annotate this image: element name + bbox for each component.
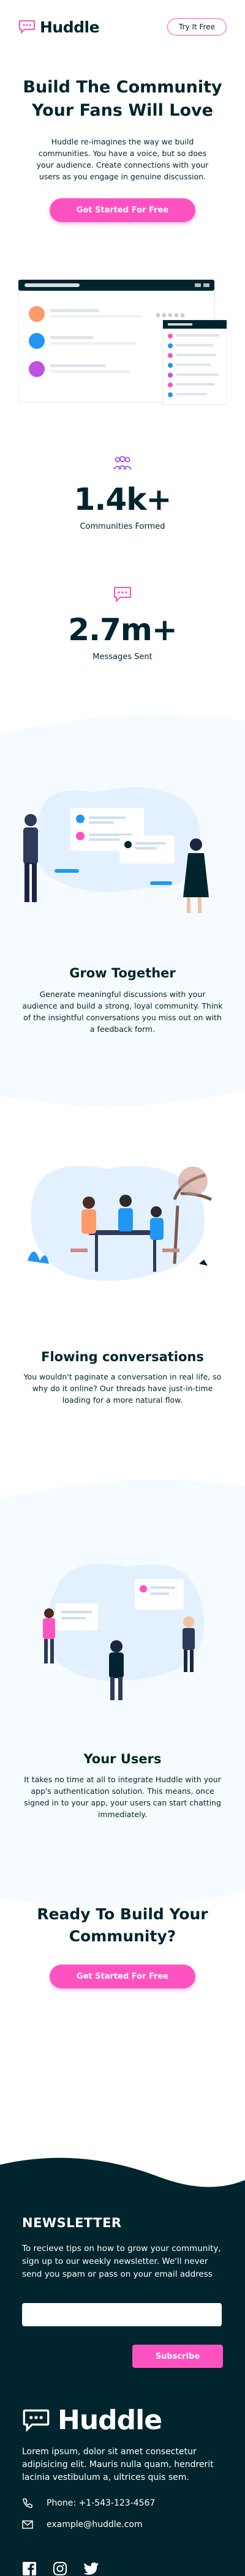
hero-section: Build The Community Your Fans Will Love … — [0, 54, 245, 222]
footer-logo-text: Huddle — [58, 2405, 162, 2436]
cta-title-line1: Ready To Build Your — [37, 1905, 208, 1923]
wave-top-divider — [0, 714, 245, 747]
stat-communities-label: Communities Formed — [80, 522, 165, 531]
wave-bottom-divider — [0, 1077, 245, 1107]
get-started-button[interactable]: Get Started For Free — [49, 198, 196, 222]
feature-flowing-conversations-title: Flowing conversations — [41, 1350, 204, 1364]
social-links — [22, 2561, 223, 2576]
feature-your-users: Your Users It takes no time at all to in… — [0, 1475, 245, 1916]
hero-title: Build The Community Your Fans Will Love — [16, 76, 229, 122]
cta-title-line2: Community? — [69, 1927, 176, 1945]
newsletter-email-input[interactable] — [22, 2303, 222, 2326]
logo[interactable]: Huddle — [18, 18, 100, 36]
contact-phone-text: Phone: +1-543-123-4567 — [47, 2498, 156, 2508]
hero-title-line1: Build The Community — [23, 78, 222, 97]
newsletter-title: NEWSLETTER — [22, 2216, 122, 2230]
feature-grow-together-text: Generate meaningful discussions with you… — [22, 990, 223, 1034]
stat-messages: 2.7m+ Messages Sent — [0, 586, 245, 662]
footer: NEWSLETTER To recieve tips on how to gro… — [0, 2203, 245, 2576]
newsletter-text: To recieve tips on how to grow your comm… — [22, 2244, 221, 2279]
landing-page: Huddle Try It Free Build The Community Y… — [0, 0, 245, 2576]
flowing-conversations-illustration — [28, 1166, 213, 1281]
wave-top-divider-2 — [0, 1479, 245, 1512]
subscribe-button[interactable]: Subscribe — [132, 2345, 223, 2368]
facebook-icon[interactable] — [22, 2561, 37, 2576]
feature-flowing-conversations-text: You wouldn't paginate a conversation in … — [23, 1372, 222, 1405]
stat-messages-label: Messages Sent — [92, 652, 153, 662]
footer-logo[interactable]: Huddle — [22, 2405, 223, 2436]
footer-wave — [0, 2157, 245, 2205]
feature-flowing-conversations: Flowing conversations You wouldn't pagin… — [0, 1157, 245, 1499]
contact-phone: Phone: +1-543-123-4567 — [22, 2498, 223, 2509]
grow-together-illustration — [23, 787, 209, 913]
footer-description: Lorem ipsum, dolor sit amet consectetur … — [22, 2447, 214, 2482]
header: Huddle Try It Free — [0, 0, 245, 54]
huddle-logo-icon — [19, 20, 35, 34]
hero-description: Huddle re-imagines the way we build comm… — [36, 137, 209, 181]
messages-icon — [114, 587, 131, 602]
instagram-icon[interactable] — [53, 2561, 67, 2576]
stat-messages-value: 2.7m+ — [68, 612, 178, 648]
cta-section: Ready To Build Your Community? Get Start… — [0, 1903, 245, 1988]
feature-grow-together-title: Grow Together — [69, 966, 176, 980]
hero-title-line2: Your Fans Will Love — [32, 101, 213, 120]
try-it-free-button[interactable]: Try It Free — [167, 18, 227, 35]
contact-email-text[interactable]: example@huddle.com — [47, 2520, 143, 2529]
cta-get-started-button[interactable]: Get Started For Free — [49, 1965, 196, 1988]
app-mockup-illustration — [18, 280, 227, 405]
your-users-illustration — [43, 1564, 205, 1700]
stat-communities: 1.4k+ Communities Formed — [0, 456, 245, 531]
feature-your-users-text: It takes no time at all to integrate Hud… — [24, 1775, 221, 1819]
contact-email: example@huddle.com — [22, 2520, 223, 2529]
huddle-logo-icon — [23, 2409, 50, 2432]
cta-title: Ready To Build Your Community? — [0, 1903, 245, 1947]
email-icon — [22, 2520, 33, 2529]
feature-your-users-title: Your Users — [83, 1752, 162, 1766]
phone-icon — [23, 2498, 32, 2508]
logo-text: Huddle — [40, 18, 100, 36]
stat-communities-value: 1.4k+ — [74, 482, 172, 517]
twitter-icon[interactable] — [83, 2562, 99, 2575]
communities-icon — [113, 456, 132, 470]
feature-grow-together: Grow Together Generate meaningful discus… — [0, 710, 245, 1114]
